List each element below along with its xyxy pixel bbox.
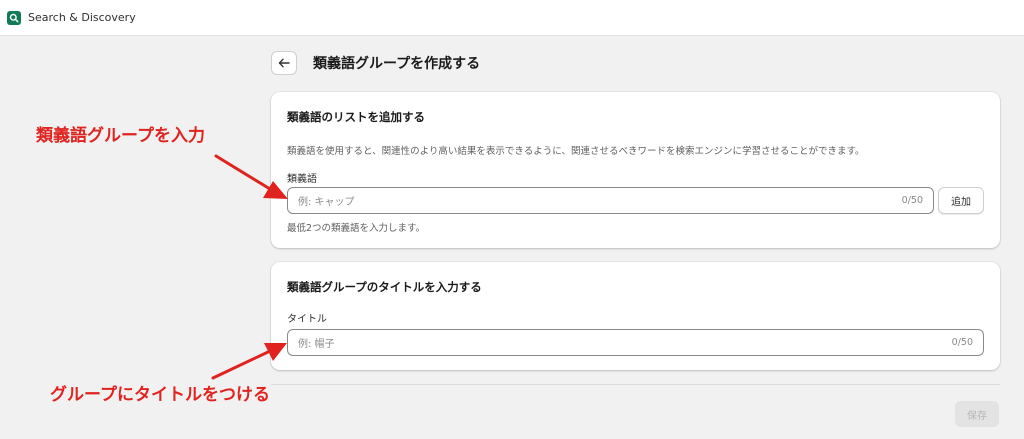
app-name: Search & Discovery <box>28 11 136 24</box>
save-button[interactable]: 保存 <box>955 401 999 427</box>
group-title-card: 類義語グループのタイトルを入力する タイトル 例: 帽子 0/50 <box>271 262 1000 370</box>
page-title: 類義語グループを作成する <box>313 56 481 72</box>
search-discovery-app-icon <box>7 10 21 25</box>
synonyms-field-label: 類義語 <box>287 174 317 185</box>
synonyms-card-title: 類義語のリストを追加する <box>287 110 425 124</box>
title-input[interactable]: 例: 帽子 0/50 <box>287 329 984 356</box>
title-field-label: タイトル <box>287 314 327 325</box>
app-topbar: Search & Discovery <box>0 0 1024 36</box>
synonyms-description: 類義語を使用すると、関連性のより高い結果を表示できるように、関連させるべきワード… <box>287 146 865 157</box>
synonym-input-placeholder: 例: キャップ <box>298 197 355 208</box>
synonyms-help-text: 最低2つの類義語を入力します。 <box>287 223 426 234</box>
synonym-annotation-label: 類義語グループを入力 <box>36 126 205 146</box>
title-input-placeholder: 例: 帽子 <box>298 339 335 350</box>
title-annotation-label: グループにタイトルをつける <box>50 385 270 405</box>
synonym-char-counter: 0/50 <box>901 195 923 206</box>
footer-divider <box>271 384 1000 385</box>
synonym-input[interactable]: 例: キャップ 0/50 <box>287 187 934 214</box>
arrow-left-icon <box>278 58 290 68</box>
title-char-counter: 0/50 <box>951 337 973 348</box>
add-synonym-button[interactable]: 追加 <box>938 187 984 214</box>
synonyms-card: 類義語のリストを追加する 類義語を使用すると、関連性のより高い結果を表示できるよ… <box>271 92 1000 248</box>
back-button[interactable] <box>271 51 297 75</box>
page-header: 類義語グループを作成する <box>271 51 480 75</box>
group-title-card-title: 類義語グループのタイトルを入力する <box>287 280 482 294</box>
